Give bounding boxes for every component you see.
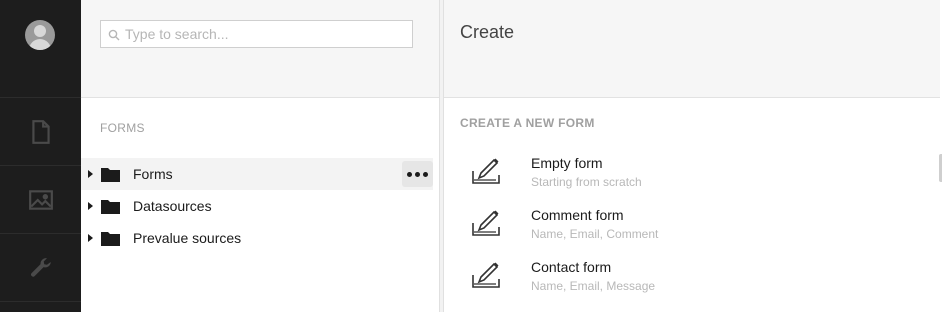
folder-icon [101,168,120,182]
tree-item-datasources[interactable]: Datasources [81,190,433,222]
tree-item-forms[interactable]: Forms [81,158,433,190]
option-name: Empty form [531,155,603,171]
create-panel-header: Create [444,0,940,98]
option-description: Starting from scratch [531,175,642,189]
option-comment-form[interactable]: Comment form Name, Email, Comment [444,207,924,257]
search-icon [108,29,120,41]
section-rail [0,0,81,312]
option-name: Contact form [531,259,612,275]
tree-section-title: FORMS [100,121,145,135]
form-edit-icon [472,158,500,184]
tree-item-label: Prevalue sources [133,230,242,246]
caret-right-icon[interactable] [88,202,93,210]
folder-icon [101,232,120,246]
form-edit-icon [472,262,500,288]
option-description: Name, Email, Message [531,279,656,293]
folder-icon [101,200,120,214]
avatar[interactable] [25,20,55,50]
option-description: Name, Email, Comment [531,227,659,241]
page-title: Create [460,22,515,42]
tree-panel: FORMS Forms Datasources Prevalue sources [81,0,439,312]
tree-item-prevalue-sources[interactable]: Prevalue sources [81,222,433,254]
tree-item-label: Datasources [133,198,212,214]
search-box[interactable] [100,20,413,48]
settings-wrench-icon[interactable] [0,234,81,301]
create-panel: Create CREATE A NEW FORM Empty form Star… [444,0,942,312]
caret-right-icon[interactable] [88,170,93,178]
form-edit-icon [472,210,500,236]
media-icon[interactable] [0,166,81,233]
option-name: Comment form [531,207,624,223]
content-icon[interactable] [0,98,81,165]
caret-right-icon[interactable] [88,234,93,242]
more-actions-button[interactable] [402,161,433,187]
tree-header [81,0,439,98]
create-section-title: CREATE A NEW FORM [460,116,595,130]
tree-item-label: Forms [133,166,173,182]
option-contact-form[interactable]: Contact form Name, Email, Message [444,259,924,309]
option-empty-form[interactable]: Empty form Starting from scratch [444,155,924,205]
search-input[interactable] [125,21,405,47]
